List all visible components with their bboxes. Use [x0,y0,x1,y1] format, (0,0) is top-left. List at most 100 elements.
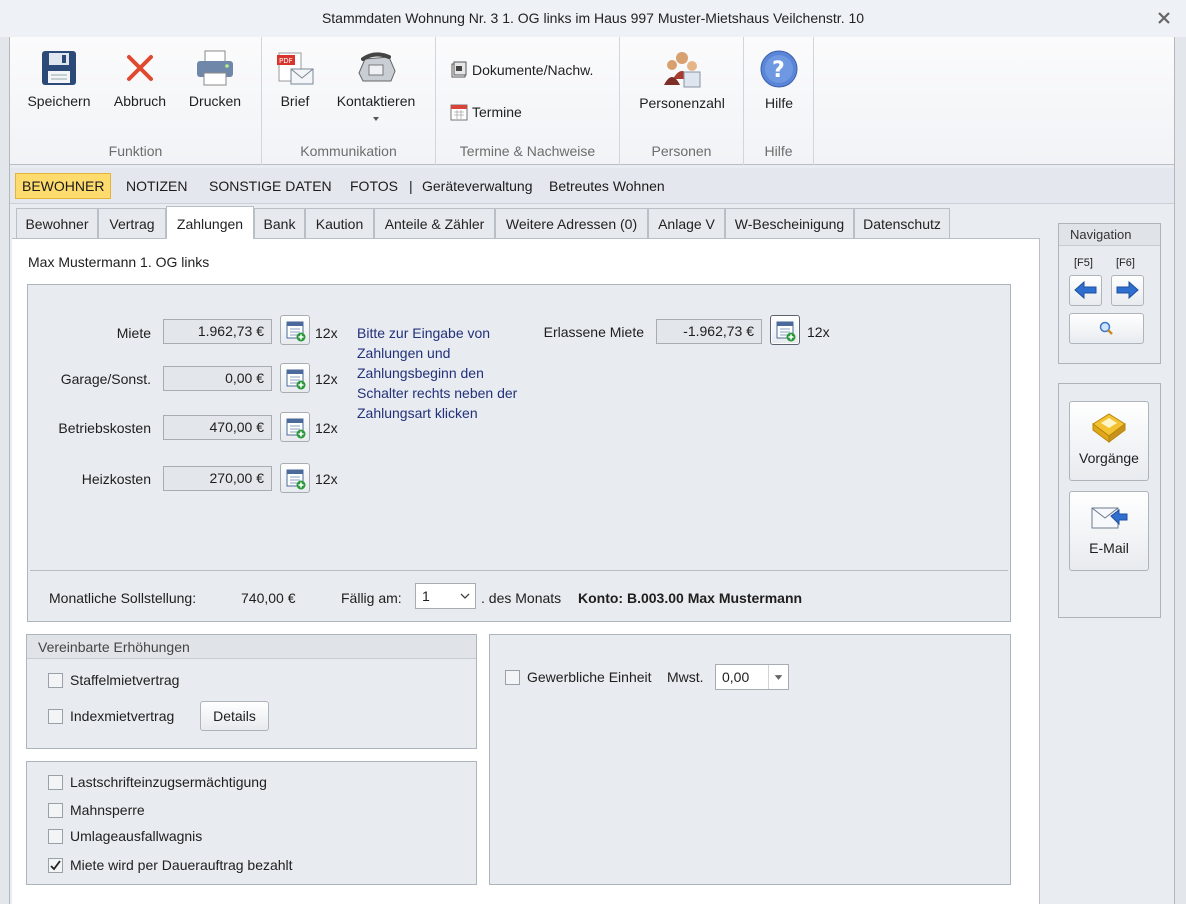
window-border-right [1174,37,1186,904]
person-count-button[interactable]: Personenzahl [630,49,734,111]
section-nav: BEWOHNER NOTIZEN SONSTIGE DATEN FOTOS | … [10,168,1174,204]
rent-schedule-button[interactable] [280,315,310,345]
increases-panel: Vereinbarte Erhöhungen [26,634,477,749]
section-notizen[interactable]: NOTIZEN [126,174,187,198]
tab-w-bescheinigung[interactable]: W-Bescheinigung [725,208,854,239]
ribbon-group-termine: Dokumente/Nachw. Termine Termine & Nachw… [436,37,620,165]
ribbon-group-label: Kommunikation [300,143,397,159]
operating-costs-schedule-button[interactable] [280,412,310,442]
chevron-down-icon [768,665,783,689]
due-day-suffix: . des Monats [481,590,562,606]
contact-button[interactable]: Kontaktieren [328,49,424,123]
option-lastschrift[interactable]: Lastschrifteinzugsermächtigung [48,774,267,790]
rent-field: 1.962,73 € [163,319,272,344]
calendar-add-icon [286,418,306,439]
tab-anteile-zaehler[interactable]: Anteile & Zähler [374,208,495,239]
tab-vertrag[interactable]: Vertrag [98,208,166,239]
rent-frequency: 12x [315,325,338,341]
garage-schedule-button[interactable] [280,363,310,393]
next-button[interactable] [1111,275,1144,306]
section-bewohner[interactable]: BEWOHNER [15,173,112,199]
print-button[interactable]: Drucken [182,49,248,109]
documents-icon [451,61,467,78]
checkbox-box[interactable] [48,708,63,724]
tab-bank[interactable]: Bank [254,208,305,239]
section-geraeteverwaltung[interactable]: Geräteverwaltung [422,174,533,198]
chevron-down-icon [460,593,470,599]
option-umlageausfallwagnis[interactable]: Umlageausfallwagnis [48,828,202,844]
letter-button[interactable]: PDF Brief [272,49,318,109]
prev-button[interactable] [1069,275,1102,306]
help-button[interactable]: ? Hilfe [750,49,808,111]
contact-label: Kontaktieren [336,93,416,109]
divider [30,570,1008,571]
window-border-left [0,37,10,904]
checkbox-box[interactable] [505,669,520,685]
operating-costs-frequency: 12x [315,420,338,436]
checkbox-box[interactable] [48,774,63,790]
waived-rent-schedule-button[interactable] [770,315,800,345]
tab-zahlungen[interactable]: Zahlungen [166,206,254,239]
option-dauerauftrag[interactable]: Miete wird per Dauerauftrag bezahlt [48,857,293,873]
option-label: Lastschrifteinzugsermächtigung [70,774,267,790]
details-button[interactable]: Details [200,701,269,731]
section-fotos[interactable]: FOTOS [350,174,398,198]
sollstellung-label: Monatliche Sollstellung: [49,590,197,606]
waived-rent-field: -1.962,73 € [656,319,762,344]
appointments-button[interactable]: Termine [450,103,522,121]
chevron-down-icon [373,117,379,121]
search-button[interactable] [1069,313,1144,344]
calendar-add-icon [776,321,796,342]
email-button[interactable]: E-Mail [1069,491,1149,571]
option-label: Mahnsperre [70,802,145,818]
documents-button[interactable]: Dokumente/Nachw. [450,61,593,79]
operating-costs-field: 470,00 € [163,415,272,440]
option-mahnsperre[interactable]: Mahnsperre [48,802,145,818]
tab-kaution[interactable]: Kaution [305,208,374,239]
floppy-disk-icon [42,51,76,85]
cancel-button[interactable]: Abbruch [106,49,174,109]
processes-button[interactable]: Vorgänge [1069,401,1149,481]
help-icon: ? [760,50,798,88]
tab-datenschutz[interactable]: Datenschutz [854,208,950,239]
print-label: Drucken [188,93,242,109]
section-betreutes-wohnen[interactable]: Betreutes Wohnen [549,174,665,198]
navigation-title: Navigation [1059,224,1160,246]
tab-weitere-adressen[interactable]: Weitere Adressen (0) [495,208,648,239]
checkbox-box[interactable] [48,802,63,818]
section-sonstige-daten[interactable]: SONSTIGE DATEN [209,174,332,198]
window-title: Stammdaten Wohnung Nr. 3 1. OG links im … [321,10,865,26]
calendar-icon [450,104,468,121]
checkbox-box[interactable] [48,672,63,688]
tab-anlage-v[interactable]: Anlage V [648,208,725,239]
vat-select[interactable]: 0,00 [715,664,789,690]
heating-costs-frequency: 12x [315,471,338,487]
payment-hint: Bitte zur Eingabe von Zahlungen und Zahl… [357,325,518,421]
tab-bewohner[interactable]: Bewohner [16,208,98,239]
cancel-label: Abbruch [113,93,167,109]
ribbon-group-funktion: Speichern Abbruch Drucken Funktion [10,37,262,165]
arrow-left-icon [1074,280,1097,300]
checkbox-box[interactable] [48,857,63,873]
help-label: Hilfe [764,95,793,111]
due-day-value: 1 [422,588,430,604]
documents-label: Dokumente/Nachw. [472,62,594,78]
prev-shortcut: [F5] [1074,257,1093,269]
heating-costs-schedule-button[interactable] [280,463,310,493]
inbox-tray-icon [1092,413,1126,443]
staffel-checkbox[interactable]: Staffelmietvertrag [48,672,179,688]
ribbon-group-label: Funktion [108,143,163,159]
processes-label: Vorgänge [1079,450,1139,466]
waived-rent-frequency: 12x [807,324,830,340]
heating-costs-label: Heizkosten [81,471,151,487]
close-icon[interactable] [1156,10,1172,26]
increases-title: Vereinbarte Erhöhungen [27,635,476,659]
due-day-select[interactable]: 1 [415,583,476,609]
save-button[interactable]: Speichern [24,49,94,109]
commercial-unit-checkbox[interactable]: Gewerbliche Einheit [505,669,652,685]
calendar-add-icon [286,369,306,390]
checkbox-box[interactable] [48,828,63,844]
index-checkbox[interactable]: Indexmietvertrag [48,708,174,724]
vat-value: 0,00 [722,669,750,685]
ribbon-group-label: Hilfe [764,143,793,159]
